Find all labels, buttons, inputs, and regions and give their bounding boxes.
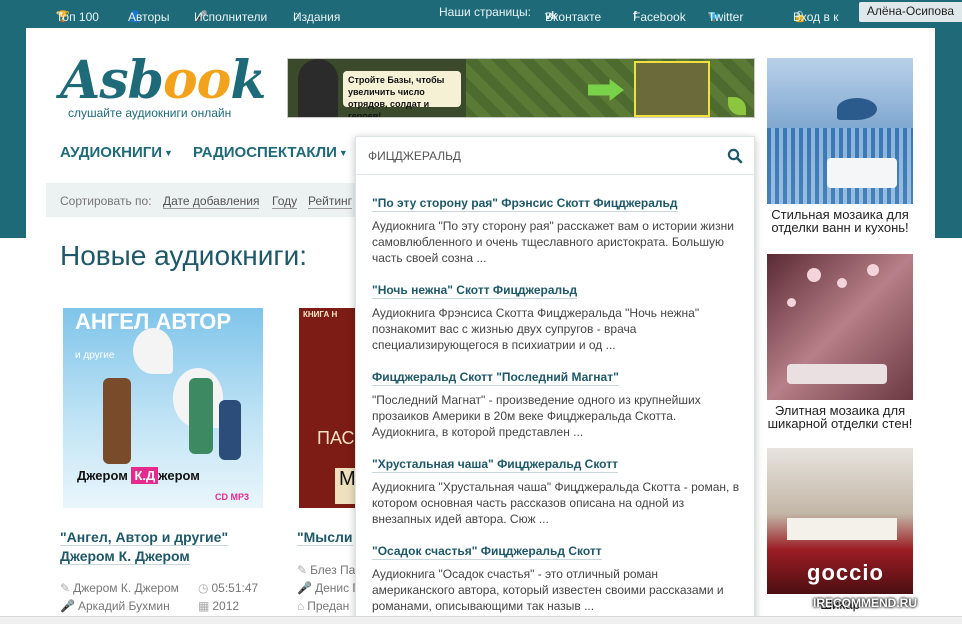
book-author-1[interactable]: ✎ Джером К. Джером <box>60 581 179 595</box>
menu-audiobooks[interactable]: АУДИОКНИГИ ▼ <box>60 144 173 161</box>
calendar-icon: ▦ <box>198 599 210 613</box>
sort-label: Сортировать по: <box>60 194 152 208</box>
ad-banner[interactable]: Стройте Базы, чтобы увеличить число отря… <box>287 58 755 118</box>
caret-down-icon: ▼ <box>164 148 173 159</box>
search-result-desc: Аудиокнига "Осадок счастья" - это отличн… <box>372 567 724 613</box>
book-author-2[interactable]: ✎ Блез Па <box>297 563 355 577</box>
sort-by-rating[interactable]: Рейтинг <box>308 194 353 209</box>
top-navigation: 🏆 Топ 100 👤 Авторы 🎤 Исполнители ⌂ Издания Н… <box>0 0 962 26</box>
sofa-shape <box>787 518 897 540</box>
ad-brand: goccio <box>807 560 884 585</box>
search-icon[interactable] <box>726 147 744 165</box>
search-result-title[interactable]: "Осадок счастья" Фицджеральд Скотт <box>372 544 602 560</box>
user-name-badge[interactable]: Алёна-Осипова <box>858 2 962 22</box>
search-result[interactable]: Фицджеральд Скотт "Последний Магнат" "По… <box>372 368 742 440</box>
clock-icon: ◷ <box>198 581 209 595</box>
search-result[interactable]: "Осадок счастья" Фицджеральд Скотт Аудио… <box>372 542 742 614</box>
search-result-title[interactable]: "По эту сторону рая" Фрэнсис Скотт Фицдж… <box>372 196 678 212</box>
angel-wing-shape <box>133 328 173 374</box>
banner-highlight-box <box>634 61 710 117</box>
cover-author: Джером К.Д жером <box>77 467 200 484</box>
book-title-1[interactable]: "Ангел, Автор и другие" Джером К. Джером <box>60 528 229 566</box>
sort-by-date[interactable]: Дате добавления <box>163 194 260 209</box>
caret-down-icon: ▼ <box>338 148 348 159</box>
microphone-icon: 🎤 <box>297 581 312 595</box>
search-result-desc: "Последний Магнат" - произведение одного… <box>372 393 701 439</box>
pencil-icon: ✎ <box>60 581 71 595</box>
search-result[interactable]: "Хрустальная чаша" Фицджеральд Скотт Ауд… <box>372 455 742 527</box>
cover-subtitle: и другие <box>75 350 115 361</box>
figure-shape <box>219 400 241 460</box>
search-result[interactable]: "Ночь нежна" Скотт Фицджеральд Аудиокниг… <box>372 281 742 353</box>
search-result-desc: Аудиокнига "По эту сторону рая" расскаже… <box>372 219 734 265</box>
bathtub-shape <box>827 158 897 188</box>
blossom-shape <box>807 268 821 282</box>
sort-bar: Сортировать по: Дате добавления Году Рей… <box>46 183 366 217</box>
banner-text: Стройте Базы, чтобы увеличить число отря… <box>343 71 461 117</box>
search-result-desc: Аудиокнига "Хрустальная чаша" Фицджераль… <box>372 480 740 526</box>
bathtub-shape <box>787 364 887 384</box>
page-title: Новые аудиокниги: <box>60 240 308 271</box>
microphone-icon: 🎤 <box>60 599 75 613</box>
ad-image: goccio <box>767 448 913 594</box>
search-input[interactable] <box>368 145 708 167</box>
book-cover-2[interactable]: КНИГА Н ПАС М <box>299 308 359 508</box>
book-reader-2[interactable]: 🎤 Денис Г <box>297 581 359 595</box>
book-reader-1[interactable]: 🎤 Аркадий Бухмин <box>60 599 170 613</box>
ad-gocciolina[interactable]: goccio Шикар <box>767 448 913 611</box>
cover-header: КНИГА Н <box>303 310 338 319</box>
search-result-title[interactable]: Фицджеральд Скотт "Последний Магнат" <box>372 370 619 386</box>
search-box <box>356 137 754 175</box>
blossom-shape <box>867 264 879 276</box>
home-icon: ⌂ <box>297 599 305 613</box>
ad-caption: Стильная мозаика для отделки ванн и кухо… <box>771 207 909 235</box>
figure-shape <box>103 378 131 464</box>
watermark: IRECOMMEND.RU <box>813 596 917 610</box>
book-duration-1: ◷ 05:51:47 <box>198 581 259 595</box>
blossom-shape <box>787 298 796 307</box>
ad-image <box>767 254 913 400</box>
blossom-shape <box>837 278 847 288</box>
figure-shape <box>189 378 213 454</box>
dolphin-shape <box>837 98 877 120</box>
site-tagline: слушайте аудиокниги онлайн <box>68 106 232 120</box>
book-cover-1[interactable]: АНГЕЛ АВТОР и другие Джером К.Д жером CD … <box>63 308 263 508</box>
cover-title: ПАС <box>317 428 355 448</box>
search-result-title[interactable]: "Ночь нежна" Скотт Фицджеральд <box>372 283 578 299</box>
headphones-logo-icon: oo <box>162 50 231 111</box>
pencil-icon: ✎ <box>297 563 308 577</box>
ad-mosaic-wall[interactable]: Элитная мозаика для шикарной отделки сте… <box>767 254 913 430</box>
ad-mosaic-bath[interactable]: Стильная мозаика для отделки ванн и кухо… <box>767 58 913 234</box>
search-result-desc: Аудиокнига Фрэнсиса Скотта Фицджеральда … <box>372 306 700 352</box>
ad-image <box>767 58 913 204</box>
our-pages-label: Наши страницы: <box>439 5 532 19</box>
search-result[interactable]: "По эту сторону рая" Фрэнсис Скотт Фицдж… <box>372 194 742 266</box>
ad-caption: Элитная мозаика для шикарной отделки сте… <box>767 403 913 431</box>
search-dropdown: "По эту сторону рая" Фрэнсис Скотт Фицдж… <box>355 136 755 624</box>
site-logo[interactable]: Asbook <box>60 50 266 111</box>
book-title-2[interactable]: "Мысли <box>297 528 353 547</box>
menu-radioplays[interactable]: РАДИОСПЕКТАКЛИ ▼ <box>193 144 348 161</box>
book-year-1: ▦ 2012 <box>198 599 240 613</box>
search-result-title[interactable]: "Хрустальная чаша" Фицджеральд Скотт <box>372 457 618 473</box>
book-publisher-2[interactable]: ⌂ Предан <box>297 599 349 613</box>
sort-by-year[interactable]: Году <box>272 194 298 209</box>
cover-format: CD MP3 <box>215 492 250 502</box>
horizontal-scrollbar[interactable] <box>0 616 962 624</box>
banner-character <box>298 59 338 117</box>
